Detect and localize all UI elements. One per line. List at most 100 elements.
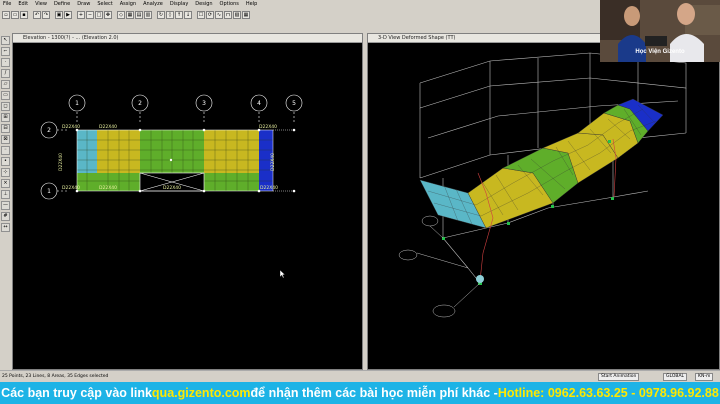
column-deform-3 xyxy=(432,304,456,318)
select-all-icon[interactable]: ⊞ xyxy=(1,113,10,122)
undo-icon[interactable]: ↶ xyxy=(33,10,41,19)
stress-icon[interactable]: ▧ xyxy=(233,10,241,19)
rotate-icon[interactable]: ↻ xyxy=(157,10,165,19)
left-toolbar: ↖ ⌐ · / ▱ ▭ ◻ ⊞ ⊟ ⊠ ◦ • ⊹ × ⊥ — # ↔ xyxy=(0,34,11,370)
draw-area-icon[interactable]: ▱ xyxy=(1,80,10,89)
status-text: 25 Points, 23 Lines, 8 Areas, 35 Edges s… xyxy=(2,374,109,379)
view-yz-icon[interactable]: ▥ xyxy=(144,10,152,19)
beam-label-4: D22X40 xyxy=(62,185,80,191)
column-deform-2 xyxy=(398,249,418,261)
menu-options[interactable]: Options xyxy=(220,0,239,9)
run-icon[interactable]: ▶ xyxy=(64,10,72,19)
support-joint-4[interactable] xyxy=(611,197,614,200)
beam-label-6: D22X40 xyxy=(260,185,278,191)
snap-perp-icon[interactable]: ⊥ xyxy=(1,190,10,199)
display-options-icon[interactable]: ☐ xyxy=(197,10,205,19)
plan-view-window[interactable]: Elevation - 1300(?) - ... (Elevation 2.0… xyxy=(12,33,363,370)
refresh-icon[interactable]: ⟳ xyxy=(206,10,214,19)
menu-view[interactable]: View xyxy=(35,0,47,9)
slab-green-strip-right[interactable] xyxy=(204,173,259,191)
menu-help[interactable]: Help xyxy=(246,0,257,9)
column-deform-1 xyxy=(421,215,439,227)
beam-label-5: D22X40 xyxy=(163,185,181,191)
down-icon[interactable]: ↓ xyxy=(184,10,192,19)
banner-text-2: để nhận thêm các bài học miễn phí khác - xyxy=(250,386,498,400)
menu-design[interactable]: Design xyxy=(195,0,212,9)
start-animation-button[interactable]: Start Animation xyxy=(598,373,640,381)
main-toolbar: ▫ ▭ ▪ ↶ ↷ ▣ ▶ + − □ ✥ ◇ ▦ ▤ ▥ ↻ ◊ ↑ ↓ ☐ … xyxy=(0,9,600,20)
grid-label-5: 5 xyxy=(292,100,296,107)
deformed-shape-canvas[interactable] xyxy=(368,43,719,369)
forces-icon[interactable]: ⊓ xyxy=(224,10,232,19)
deformed-shape-drawing xyxy=(398,52,687,318)
beam-label-1: D22X40 xyxy=(62,124,80,130)
view-xy-icon[interactable]: ▦ xyxy=(126,10,134,19)
banner-text-1: Các bạn truy cập vào link xyxy=(1,386,152,400)
reshape-icon[interactable]: ⌐ xyxy=(1,47,10,56)
draw-frame-icon[interactable]: / xyxy=(1,69,10,78)
redo-icon[interactable]: ↷ xyxy=(42,10,50,19)
save-icon[interactable]: ▪ xyxy=(20,10,28,19)
view-3d-icon[interactable]: ◇ xyxy=(117,10,125,19)
snap-end-icon[interactable]: • xyxy=(1,157,10,166)
units-dropdown[interactable]: KN-m xyxy=(695,373,714,381)
snap-intersect-icon[interactable]: × xyxy=(1,179,10,188)
grid-label-4: 4 xyxy=(257,100,261,107)
banner-hotline: Hotline: 0962.63.63.25 - 0978.96.92.88 xyxy=(497,386,719,400)
zoom-in-icon[interactable]: + xyxy=(77,10,85,19)
grid-label-row-2: 2 xyxy=(47,127,51,134)
support-joint-2[interactable] xyxy=(507,222,510,225)
grid-label-row-1: 1 xyxy=(47,188,51,195)
measure-icon[interactable]: ↔ xyxy=(1,223,10,232)
snap-line-icon[interactable]: — xyxy=(1,201,10,210)
draw-point-icon[interactable]: · xyxy=(1,58,10,67)
banner-link[interactable]: qua.gizento.com xyxy=(152,386,251,400)
clear-selection-icon[interactable]: ⊠ xyxy=(1,135,10,144)
perspective-icon[interactable]: ◊ xyxy=(166,10,174,19)
snap-grid-icon[interactable]: # xyxy=(1,212,10,221)
promo-banner: Các bạn truy cập vào link qua.gizento.co… xyxy=(0,382,720,404)
grid-label-2: 2 xyxy=(138,100,142,107)
pan-icon[interactable]: ✥ xyxy=(104,10,112,19)
selected-joint[interactable] xyxy=(476,275,484,283)
coord-system-dropdown[interactable]: GLOBAL xyxy=(663,373,688,381)
pointer-icon[interactable]: ↖ xyxy=(1,36,10,45)
draw-quad-icon[interactable]: ◻ xyxy=(1,102,10,111)
zoom-out-icon[interactable]: − xyxy=(86,10,94,19)
open-icon[interactable]: ▭ xyxy=(11,10,19,19)
menu-select[interactable]: Select xyxy=(97,0,112,9)
webcam-overlay: Học Viện Gizento xyxy=(600,0,720,62)
draw-rect-icon[interactable]: ▭ xyxy=(1,91,10,100)
menu-file[interactable]: File xyxy=(3,0,11,9)
menu-assign[interactable]: Assign xyxy=(120,0,136,9)
menu-draw[interactable]: Draw xyxy=(77,0,90,9)
menu-analyze[interactable]: Analyze xyxy=(143,0,163,9)
view-xz-icon[interactable]: ▤ xyxy=(135,10,143,19)
deformed-shape-icon[interactable]: ∿ xyxy=(215,10,223,19)
menu-edit[interactable]: Edit xyxy=(18,0,28,9)
deformed-shape-window[interactable]: 3-D View Deformed Shape (TT) xyxy=(367,33,720,370)
support-joint-3[interactable] xyxy=(551,205,554,208)
grid-label-3: 3 xyxy=(202,100,206,107)
menu-display[interactable]: Display xyxy=(170,0,188,9)
new-icon[interactable]: ▫ xyxy=(2,10,10,19)
zoom-fit-icon[interactable]: □ xyxy=(95,10,103,19)
support-joint-6[interactable] xyxy=(608,140,611,143)
webcam-label: Học Viện Gizento xyxy=(635,49,685,55)
menu-define[interactable]: Define xyxy=(54,0,70,9)
plan-view-title: Elevation - 1300(?) - ... (Elevation 2.0… xyxy=(13,34,362,43)
beam-label-2: D22X40 xyxy=(99,124,117,130)
lock-icon[interactable]: ▣ xyxy=(55,10,63,19)
up-icon[interactable]: ↑ xyxy=(175,10,183,19)
snap-point-icon[interactable]: ◦ xyxy=(1,146,10,155)
menu-bar: File Edit View Define Draw Select Assign… xyxy=(0,0,600,9)
app-window: File Edit View Define Draw Select Assign… xyxy=(0,0,720,404)
beam-label-3: D22X40 xyxy=(259,124,277,130)
select-prev-icon[interactable]: ⊟ xyxy=(1,124,10,133)
snap-mid-icon[interactable]: ⊹ xyxy=(1,168,10,177)
plan-view-drawing: 1 2 3 4 5 2 1 D22X40 D22X40 D22X40 D22X4… xyxy=(40,94,303,200)
plan-view-canvas[interactable]: 1 2 3 4 5 2 1 D22X40 D22X40 D22X40 D22X4… xyxy=(13,43,362,369)
beam-label-7: D22X40 xyxy=(99,185,117,191)
mouse-cursor-icon xyxy=(280,270,285,278)
table-icon[interactable]: ▦ xyxy=(242,10,250,19)
